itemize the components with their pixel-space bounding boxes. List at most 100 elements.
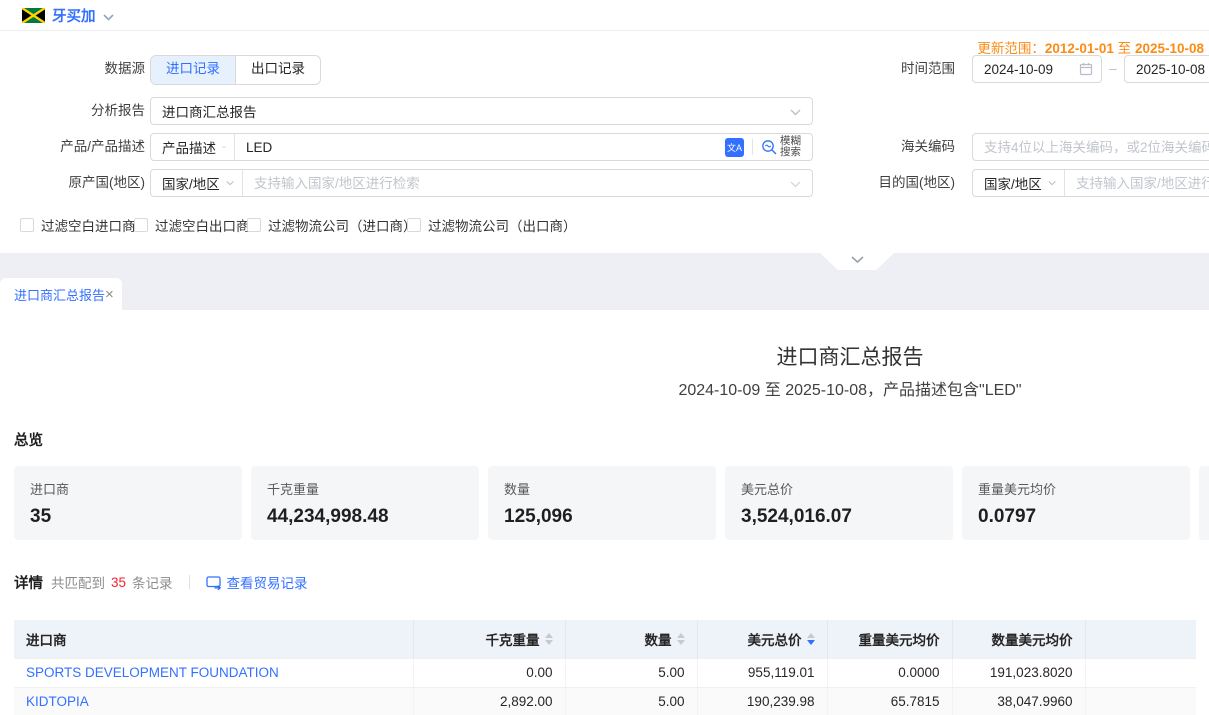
chevron-down-icon <box>790 176 801 191</box>
time-range-label: 时间范围 <box>878 55 955 83</box>
cell-usd-per-quantity: 191,023.8020 <box>952 658 1085 687</box>
update-range: 更新范围：2012-01-01 至 2025-10-08 <box>977 37 1204 57</box>
importer-link[interactable]: SPORTS DEVELOPMENT FOUNDATION <box>26 665 279 680</box>
importer-table: 进口商 千克重量 数量 美元总价 <box>14 620 1196 715</box>
stat-value: 3,524,016.07 <box>741 506 937 528</box>
data-source-tabs: 进口记录 出口记录 <box>150 55 321 85</box>
stat-card-quantity: 数量 125,096 <box>488 466 716 540</box>
col-header-importer: 进口商 <box>14 620 413 658</box>
detail-toolbar: 详情 共匹配到 35 条记录 查看贸易记录 <box>14 572 308 592</box>
destination-field: 国家/地区 <box>972 169 1209 197</box>
close-icon[interactable]: × <box>105 287 114 302</box>
stat-card-importers: 进口商 35 <box>14 466 242 540</box>
date-end-field[interactable] <box>1124 55 1209 83</box>
date-end-input[interactable] <box>1125 62 1209 77</box>
cell-usd-per-weight: 0.0000 <box>827 658 952 687</box>
tab-label: 进口商汇总报告 <box>14 285 105 304</box>
date-start-input[interactable] <box>973 62 1079 77</box>
jamaica-flag-icon <box>22 8 45 23</box>
origin-type-select[interactable]: 国家/地区 <box>151 170 243 196</box>
col-label: 重量美元均价 <box>859 633 940 648</box>
country-selector-label[interactable]: 牙买加 <box>52 5 96 26</box>
tab-export-records[interactable]: 出口记录 <box>235 56 320 84</box>
matched-suffix: 条记录 <box>132 572 173 592</box>
col-label: 数量美元均价 <box>992 633 1073 648</box>
col-label: 进口商 <box>26 633 67 648</box>
hs-code-field[interactable] <box>972 133 1209 161</box>
cell-empty <box>1085 658 1196 687</box>
stat-card-partial <box>1199 466 1209 540</box>
matched-count: 35 <box>111 575 126 590</box>
stat-value: 0.0797 <box>978 506 1174 528</box>
magnifier-icon <box>761 139 778 156</box>
fuzzy-search-toggle[interactable]: 模糊搜索 <box>761 136 804 158</box>
stat-label: 美元总价 <box>741 479 937 498</box>
sort-icon-active-desc[interactable] <box>807 633 815 645</box>
chevron-down-icon[interactable] <box>103 9 114 24</box>
sort-icon[interactable] <box>677 633 685 645</box>
cell-usd-per-weight: 65.7815 <box>827 687 952 715</box>
divider <box>752 139 753 155</box>
view-trade-records-link[interactable]: 查看贸易记录 <box>206 572 308 592</box>
col-header-usd-total[interactable]: 美元总价 <box>697 620 827 658</box>
destination-type-select[interactable]: 国家/地区 <box>973 170 1065 196</box>
destination-label: 目的国(地区) <box>860 169 955 197</box>
destination-search-input[interactable] <box>1065 176 1209 191</box>
product-type-value: 产品描述 <box>162 137 216 157</box>
checkbox-icon[interactable] <box>247 218 261 232</box>
table-row: KIDTOPIA 2,892.00 5.00 190,239.98 65.781… <box>14 687 1196 715</box>
checkbox-label: 过滤物流公司（出口商） <box>428 215 577 235</box>
translate-icon[interactable]: 文A <box>725 138 744 157</box>
update-range-start: 2012-01-01 <box>1045 41 1114 56</box>
tab-importer-summary-report[interactable]: 进口商汇总报告 × <box>0 278 122 310</box>
stat-card-kg-weight: 千克重量 44,234,998.48 <box>251 466 479 540</box>
col-label: 美元总价 <box>748 629 802 649</box>
cell-quantity: 5.00 <box>565 687 697 715</box>
importer-link[interactable]: KIDTOPIA <box>26 694 89 709</box>
destination-type-value: 国家/地区 <box>984 173 1042 193</box>
checkbox-filter-blank-exporter[interactable]: 过滤空白出口商 <box>134 217 250 233</box>
date-start-field[interactable] <box>972 55 1102 83</box>
col-header-usd-per-quantity: 数量美元均价 <box>952 620 1085 658</box>
checkbox-label: 过滤空白进口商 <box>41 215 136 235</box>
stat-label: 数量 <box>504 479 700 498</box>
topbar: 牙买加 <box>0 0 1209 31</box>
stat-label: 千克重量 <box>267 479 463 498</box>
update-range-to: 至 <box>1118 41 1132 56</box>
product-type-select[interactable]: 产品描述 <box>151 134 235 160</box>
checkbox-icon[interactable] <box>407 218 421 232</box>
table-header-row: 进口商 千克重量 数量 美元总价 <box>14 620 1196 658</box>
report-type-select[interactable]: 进口商汇总报告 <box>150 97 813 125</box>
cell-usd-total: 955,119.01 <box>697 658 827 687</box>
product-search-input[interactable] <box>235 140 725 155</box>
trade-records-icon <box>206 575 222 590</box>
col-header-empty <box>1085 620 1196 658</box>
cell-quantity: 5.00 <box>565 658 697 687</box>
col-header-kg-weight[interactable]: 千克重量 <box>413 620 565 658</box>
origin-search-input[interactable] <box>243 176 790 191</box>
checkbox-filter-blank-importer[interactable]: 过滤空白进口商 <box>20 217 136 233</box>
checkbox-icon[interactable] <box>20 218 34 232</box>
checkbox-filter-logistics-exporter[interactable]: 过滤物流公司（出口商） <box>407 217 577 233</box>
sort-icon[interactable] <box>545 633 553 645</box>
divider <box>189 575 190 589</box>
hs-code-input[interactable] <box>973 140 1209 155</box>
checkbox-icon[interactable] <box>134 218 148 232</box>
stat-label: 重量美元均价 <box>978 479 1174 498</box>
checkbox-label: 过滤空白出口商 <box>155 215 250 235</box>
tab-import-records[interactable]: 进口记录 <box>151 56 235 84</box>
date-range-separator: – <box>1105 55 1121 83</box>
stat-value: 35 <box>30 506 226 528</box>
stat-card-usd-total: 美元总价 3,524,016.07 <box>725 466 953 540</box>
product-field: 产品描述 文A 模糊搜索 <box>150 133 813 161</box>
hs-code-label: 海关编码 <box>878 133 955 161</box>
col-header-quantity[interactable]: 数量 <box>565 620 697 658</box>
report-title-wrap: 进口商汇总报告 <box>0 341 1209 371</box>
calendar-icon[interactable] <box>1079 62 1093 76</box>
checkbox-filter-logistics-importer[interactable]: 过滤物流公司（进口商） <box>247 217 417 233</box>
update-range-end: 2025-10-08 <box>1135 41 1204 56</box>
col-label: 千克重量 <box>486 629 540 649</box>
detail-heading: 详情 <box>14 572 43 593</box>
cell-empty <box>1085 687 1196 715</box>
matched-prefix: 共匹配到 <box>51 572 105 592</box>
